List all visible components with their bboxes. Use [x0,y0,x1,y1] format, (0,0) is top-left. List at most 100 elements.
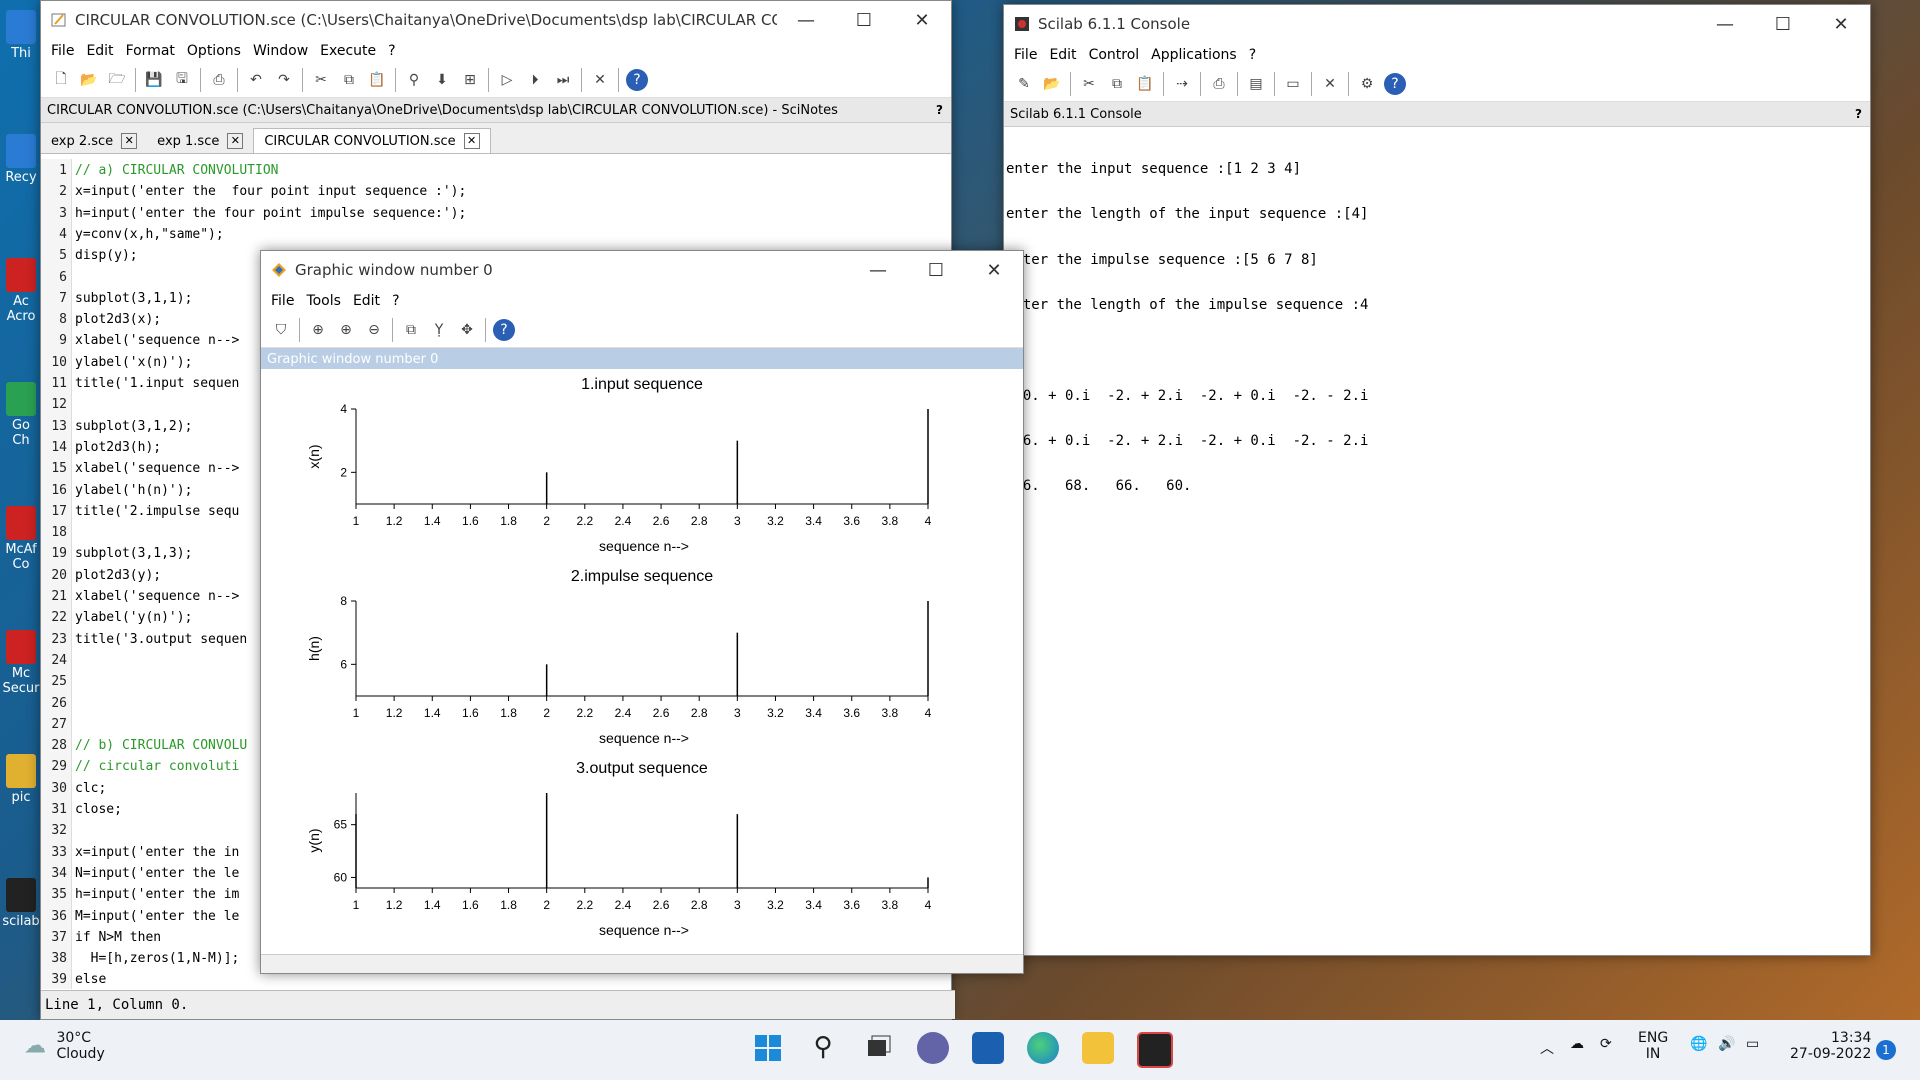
gfx-menu-0[interactable]: File [271,293,294,309]
module-manager-icon[interactable]: ⚙ [1356,73,1378,95]
console-output[interactable]: enter the input sequence :[1 2 3 4] enter… [1004,129,1870,955]
desktop-icon[interactable]: scilab [2,878,40,938]
scilab-taskbar-icon[interactable] [1137,1032,1173,1068]
paste-icon[interactable]: 📋 [1134,73,1156,95]
scinotes-menu-6[interactable]: ? [388,43,395,59]
execute-icon[interactable]: ▷ [496,69,518,91]
desktop-icon[interactable]: Mc Secur [2,630,40,696]
console-menu-2[interactable]: Control [1089,47,1140,63]
new-file-icon[interactable]: 🗋 [50,69,72,91]
find-icon[interactable]: ⚲ [403,69,425,91]
scinotes-menu-1[interactable]: Edit [86,43,113,59]
notification-badge[interactable]: 1 [1876,1040,1896,1060]
zoom-icon[interactable]: ⊕ [307,319,329,341]
tab-1[interactable]: exp 1.sce ✕ [147,129,253,153]
task-view-icon[interactable] [862,1032,894,1064]
file-explorer-icon[interactable] [1082,1032,1114,1064]
clock[interactable]: 13:34 27-09-2022 [1790,1030,1871,1062]
tab-0[interactable]: exp 2.sce ✕ [41,129,147,153]
edge-icon[interactable] [1027,1032,1059,1064]
load-icon[interactable]: ⬇ [431,69,453,91]
console-menu-4[interactable]: ? [1249,47,1256,63]
help-icon[interactable]: ? [626,69,648,91]
save-icon[interactable]: 💾 [143,69,165,91]
teams-icon[interactable] [917,1032,949,1064]
tools-icon[interactable]: ✕ [589,69,611,91]
graphic-titlebar[interactable]: Graphic window number 0 — ☐ ✕ [261,251,1023,289]
undo-icon[interactable]: ↶ [245,69,267,91]
store-icon[interactable] [972,1032,1004,1064]
tools-icon[interactable]: ✕ [1319,73,1341,95]
execute-echo-icon[interactable]: ⏵ [524,69,546,91]
gfx-menu-3[interactable]: ? [392,293,399,309]
zoom-out-icon[interactable]: ⊖ [363,319,385,341]
minimize-button[interactable]: — [777,10,835,31]
open-file-icon[interactable]: 📂 [78,69,100,91]
variable-browser-icon[interactable]: ▤ [1245,73,1267,95]
desktop-icon[interactable]: McAf Co [2,506,40,572]
minimize-button[interactable]: — [849,260,907,281]
zoom-in-icon[interactable]: ⊕ [335,319,357,341]
maximize-button[interactable]: ☐ [1754,14,1812,35]
print-icon[interactable]: ⎙ [1208,73,1230,95]
infobar-help-icon[interactable]: ? [936,103,943,117]
help-icon[interactable]: ? [1384,73,1406,95]
infobar-help-icon[interactable]: ? [1855,107,1862,121]
copy-icon[interactable]: ⧉ [1106,73,1128,95]
close-button[interactable]: ✕ [1812,14,1870,35]
maximize-button[interactable]: ☐ [835,10,893,31]
scinotes-titlebar[interactable]: CIRCULAR CONVOLUTION.sce (C:\Users\Chait… [41,1,951,39]
change-directory-icon[interactable]: ⇢ [1171,73,1193,95]
scinotes-menu-5[interactable]: Execute [320,43,376,59]
copy-icon[interactable]: ⧉ [338,69,360,91]
cut-icon[interactable]: ✂ [1078,73,1100,95]
desktop-icon[interactable]: pic [2,754,40,814]
open-recent-icon[interactable]: 🗁 [106,69,128,91]
console-titlebar[interactable]: Scilab 6.1.1 Console — ☐ ✕ [1004,5,1870,43]
scinotes-menu-2[interactable]: Format [126,43,175,59]
rotate-icon[interactable]: ⧉ [400,319,422,341]
plot-canvas[interactable]: 1.input sequence 1 1.2 1.4 1.6 1.8 2 2.2 2.4 2.6 2… [261,369,1023,955]
scinotes-menu-0[interactable]: File [51,43,74,59]
open-file-icon[interactable]: 📂 [1041,73,1063,95]
battery-icon[interactable]: ▭ [1746,1036,1759,1052]
hierarchy-icon[interactable]: ⊞ [459,69,481,91]
tab-2[interactable]: CIRCULAR CONVOLUTION.sce ✕ [253,128,491,153]
tab-close-icon[interactable]: ✕ [227,133,244,149]
desktop-icon[interactable]: Ac Acro [2,258,40,324]
close-button[interactable]: ✕ [893,10,951,31]
datatip-icon[interactable]: ⛉ [270,319,292,341]
cut-icon[interactable]: ✂ [310,69,332,91]
console-menu-0[interactable]: File [1014,47,1037,63]
search-icon[interactable]: ⚲ [807,1032,839,1064]
tab-close-icon[interactable]: ✕ [121,133,138,149]
scinotes-menu-3[interactable]: Options [187,43,241,59]
execute-all-icon[interactable]: ⏭ [552,69,574,91]
volume-icon[interactable]: 🔊 [1718,1036,1735,1052]
onedrive-icon[interactable]: ☁ [1570,1036,1584,1052]
scinotes-icon[interactable]: ✎ [1013,73,1035,95]
redo-icon[interactable]: ↷ [273,69,295,91]
weather-widget[interactable]: ☁ 30°C Cloudy [24,1030,105,1062]
save-as-icon[interactable]: 🖫 [171,69,193,91]
minimize-button[interactable]: — [1696,14,1754,35]
gfx-menu-1[interactable]: Tools [306,293,341,309]
desktop-icon[interactable]: Recy [2,134,40,194]
console-menu-1[interactable]: Edit [1049,47,1076,63]
help-icon[interactable]: ? [493,319,515,341]
maximize-button[interactable]: ☐ [907,260,965,281]
gfx-menu-2[interactable]: Edit [353,293,380,309]
show-hidden-icon[interactable]: ︿ [1540,1038,1554,1058]
network-icon[interactable]: 🌐 [1690,1036,1707,1052]
print-icon[interactable]: ⎙ [208,69,230,91]
pan-icon[interactable]: Ỵ [428,319,450,341]
xcos-icon[interactable]: ▭ [1282,73,1304,95]
start-button[interactable] [752,1032,784,1064]
desktop-icon[interactable]: Go Ch [2,382,40,448]
tab-close-icon[interactable]: ✕ [463,133,480,149]
move-icon[interactable]: ✥ [456,319,478,341]
paste-icon[interactable]: 📋 [366,69,388,91]
console-menu-3[interactable]: Applications [1151,47,1237,63]
language-indicator[interactable]: ENG IN [1638,1030,1668,1062]
sync-icon[interactable]: ⟳ [1600,1036,1612,1052]
